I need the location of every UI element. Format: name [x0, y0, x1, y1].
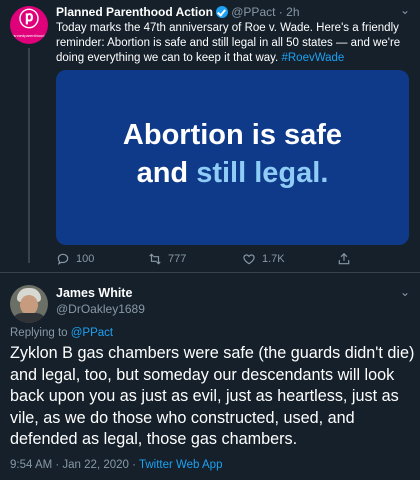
tweet-divider: [0, 272, 420, 273]
reply-text: Zyklon B gas chambers were safe (the gua…: [10, 344, 415, 448]
replying-to-mention[interactable]: @PPact: [71, 327, 113, 339]
reply-author-name[interactable]: James White: [56, 286, 132, 300]
image-line2-highlight: still legal.: [196, 157, 329, 189]
share-icon: [338, 252, 350, 265]
author-name[interactable]: Planned Parenthood Action: [56, 5, 213, 19]
like-icon: [243, 254, 255, 265]
tweet-header: Planned Parenthood Action @PPact · 2h: [56, 5, 300, 19]
like-count: 1.7K: [262, 253, 285, 265]
tweet-text: Today marks the 47th anniversary of Roe …: [56, 21, 412, 66]
chevron-down-icon[interactable]: ⌄: [400, 3, 410, 17]
reply-source-link[interactable]: Twitter Web App: [139, 459, 223, 471]
thread-connector-line: [28, 48, 30, 263]
share-button[interactable]: [337, 252, 351, 266]
reply-button[interactable]: 100: [56, 252, 94, 266]
planned-parenthood-logo-icon: ⓟ: [19, 9, 39, 31]
avatar-caption: plannedparenthood.org: [10, 33, 48, 38]
reply-count: 100: [76, 253, 95, 265]
retweet-icon: [149, 253, 161, 265]
replying-to: Replying to @PPact: [10, 327, 113, 339]
image-headline-line2: and still legal.: [56, 156, 409, 190]
image-headline-line1: Abortion is safe: [122, 119, 343, 151]
image-line2-prefix: and: [136, 157, 197, 189]
retweet-button[interactable]: 777: [148, 252, 186, 266]
tweet-image[interactable]: Abortion is safe and still legal.: [56, 70, 409, 245]
reply-timestamp[interactable]: 9:54 AM · Jan 22, 2020 ·: [10, 459, 136, 471]
replying-to-label: Replying to: [10, 327, 68, 339]
reply-icon: [57, 253, 69, 265]
header-separator: ·: [278, 5, 283, 19]
tweet-actions: 100 777 1.7K: [56, 252, 412, 268]
hashtag-link[interactable]: #RoevWade: [281, 52, 344, 64]
tweet-time[interactable]: 2h: [286, 5, 299, 19]
verified-badge-icon: [215, 6, 228, 18]
tweet-body: Today marks the 47th anniversary of Roe …: [56, 22, 401, 64]
retweet-count: 777: [168, 253, 187, 265]
original-tweet[interactable]: ⓟ plannedparenthood.org Planned Parentho…: [0, 0, 420, 272]
reply-author-handle[interactable]: @DrOakley1689: [56, 302, 145, 316]
james-white-avatar[interactable]: [10, 285, 48, 323]
like-button[interactable]: 1.7K: [242, 252, 285, 266]
chevron-down-icon[interactable]: ⌄: [400, 285, 410, 299]
author-handle[interactable]: @PPact: [231, 5, 275, 19]
reply-meta: 9:54 AM · Jan 22, 2020 · Twitter Web App: [10, 459, 222, 471]
planned-parenthood-avatar[interactable]: ⓟ plannedparenthood.org: [10, 6, 48, 44]
